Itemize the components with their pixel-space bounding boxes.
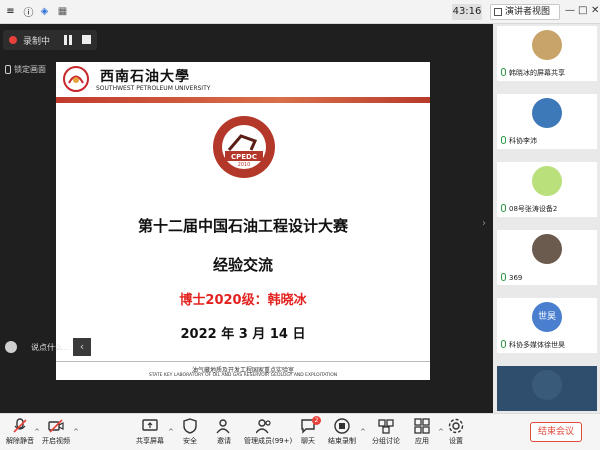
avatar: [532, 30, 562, 60]
settings-button[interactable]: 设置: [436, 418, 476, 450]
stop-recording-button[interactable]: [82, 35, 91, 44]
footer-lab-en: STATE KEY LABORATORY OF OIL AND GAS RESE…: [148, 373, 338, 378]
end-meeting-button[interactable]: 结束会议: [530, 422, 582, 442]
avatar: [532, 370, 562, 400]
emoji-icon[interactable]: [5, 341, 17, 353]
breakout-button[interactable]: 分组讨论: [366, 418, 406, 450]
breakout-label: 分组讨论: [372, 437, 400, 445]
gear-icon: [448, 418, 464, 434]
participant-panel: 韩晓冰的屏幕共享 科协李沛 08号张涛设备2 369 世昊 科协多媒体徐世昊: [493, 24, 600, 413]
participant-tile[interactable]: [497, 366, 597, 411]
participant-name: 韩晓冰的屏幕共享: [501, 68, 565, 78]
participant-tile[interactable]: 369: [497, 230, 597, 285]
meeting-timer: 43:16: [452, 4, 482, 20]
start-video-button[interactable]: 开启视频: [36, 418, 76, 450]
video-label: 开启视频: [42, 437, 70, 445]
record-stop-icon: [334, 418, 350, 434]
participant-name: 科协李沛: [501, 136, 537, 146]
participant-tile[interactable]: 08号张涛设备2: [497, 162, 597, 217]
video-off-icon: [48, 419, 64, 433]
end-recording-button[interactable]: 结束录制: [322, 418, 362, 450]
participant-tile[interactable]: 科协李沛: [497, 94, 597, 149]
share-screen-button[interactable]: 共享屏幕: [130, 418, 170, 450]
shared-slide: 西南石油大學 SOUTHWEST PETROLEUM UNIVERSITY CP…: [56, 62, 430, 380]
caret-up-icon[interactable]: ^: [73, 428, 79, 436]
maximize-button[interactable]: □: [578, 5, 587, 16]
recording-label: 录制中: [23, 37, 51, 47]
university-logo-icon: [63, 66, 89, 92]
record-dot-icon: [9, 36, 17, 44]
university-name-en: SOUTHWEST PETROLEUM UNIVERSITY: [96, 85, 211, 92]
title-bar: ≡ ⓘ ◈ ▦ 43:16 演讲者视图 — □ ✕: [0, 0, 600, 24]
participant-tile[interactable]: 世昊 科协多媒体徐世昊: [497, 298, 597, 353]
mic-icon: [501, 136, 506, 144]
participant-name: 08号张涛设备2: [501, 204, 557, 214]
menu-icon[interactable]: ≡: [4, 5, 17, 18]
network-icon[interactable]: ▦: [56, 5, 69, 18]
speaker-view-button[interactable]: 演讲者视图: [490, 4, 560, 20]
participant-name: 369: [501, 273, 522, 282]
cpedc-seal-icon: CPEDC 2010: [213, 116, 275, 178]
avatar: [532, 98, 562, 128]
grid-icon: [494, 8, 502, 16]
shield-icon: [183, 418, 197, 434]
collapse-chat-button[interactable]: ‹: [73, 338, 91, 356]
settings-label: 设置: [449, 437, 463, 445]
shield-icon[interactable]: ◈: [38, 5, 51, 18]
slide-date: 2022 年 3 月 14 日: [180, 327, 306, 342]
participant-name: 科协多媒体徐世昊: [501, 340, 565, 350]
info-icon[interactable]: ⓘ: [22, 5, 35, 19]
avatar: [532, 234, 562, 264]
slide-presenter: 博士2020级：韩晓冰: [179, 293, 307, 308]
mic-muted-icon: [13, 418, 27, 433]
add-user-icon: [216, 419, 230, 434]
seal-year: 2010: [238, 162, 251, 168]
members-label: 管理成员(99+): [244, 437, 293, 445]
meeting-toolbar: 解除静音 ^ 开启视频 ^ 共享屏幕 ^ 安全 邀请 管理成员(99+) 2 聊…: [0, 413, 600, 450]
mic-icon: [501, 273, 506, 281]
pause-recording-button[interactable]: [63, 35, 73, 45]
mic-icon: [501, 204, 506, 212]
avatar: 世昊: [532, 302, 562, 332]
invite-label: 邀请: [217, 437, 231, 445]
lock-screen-button[interactable]: 锁定画面: [4, 63, 54, 77]
manage-members-button[interactable]: 管理成员(99+): [244, 418, 293, 450]
university-name-cn: 西南石油大學: [100, 69, 190, 85]
pin-icon: [5, 65, 11, 74]
seal-text: CPEDC: [231, 153, 257, 161]
breakout-icon: [378, 419, 394, 434]
chat-badge: 2: [312, 416, 321, 425]
recording-indicator: 录制中: [3, 30, 97, 50]
members-icon: [256, 419, 271, 434]
meeting-window: ≡ ⓘ ◈ ▦ 43:16 演讲者视图 — □ ✕ 录制中 锁定画面 西南石油大…: [0, 0, 600, 450]
lock-screen-label: 锁定画面: [14, 65, 46, 74]
slide-divider: [56, 97, 430, 103]
apps-icon: [414, 418, 430, 434]
slide-title: 第十二届中国石油工程设计大赛: [137, 217, 348, 235]
caret-up-icon[interactable]: ^: [360, 428, 366, 436]
speaker-view-label: 演讲者视图: [505, 7, 551, 17]
chat-box[interactable]: 说点什么... ‹: [1, 336, 91, 358]
minimize-button[interactable]: —: [565, 5, 575, 16]
mic-icon: [501, 68, 506, 76]
slide-subtitle: 经验交流: [212, 256, 273, 274]
end-recording-label: 结束录制: [328, 437, 356, 445]
share-screen-icon: [142, 419, 158, 431]
mic-icon: [501, 340, 506, 348]
avatar: [532, 166, 562, 196]
chat-input[interactable]: 说点什么...: [31, 342, 71, 353]
unmute-label: 解除静音: [6, 437, 34, 445]
close-button[interactable]: ✕: [591, 5, 599, 16]
share-label: 共享屏幕: [136, 437, 164, 445]
participant-tile[interactable]: 韩晓冰的屏幕共享: [497, 26, 597, 81]
chevron-right-icon[interactable]: ›: [482, 218, 486, 229]
footer-rule: [56, 361, 430, 362]
invite-button[interactable]: 邀请: [204, 418, 244, 450]
